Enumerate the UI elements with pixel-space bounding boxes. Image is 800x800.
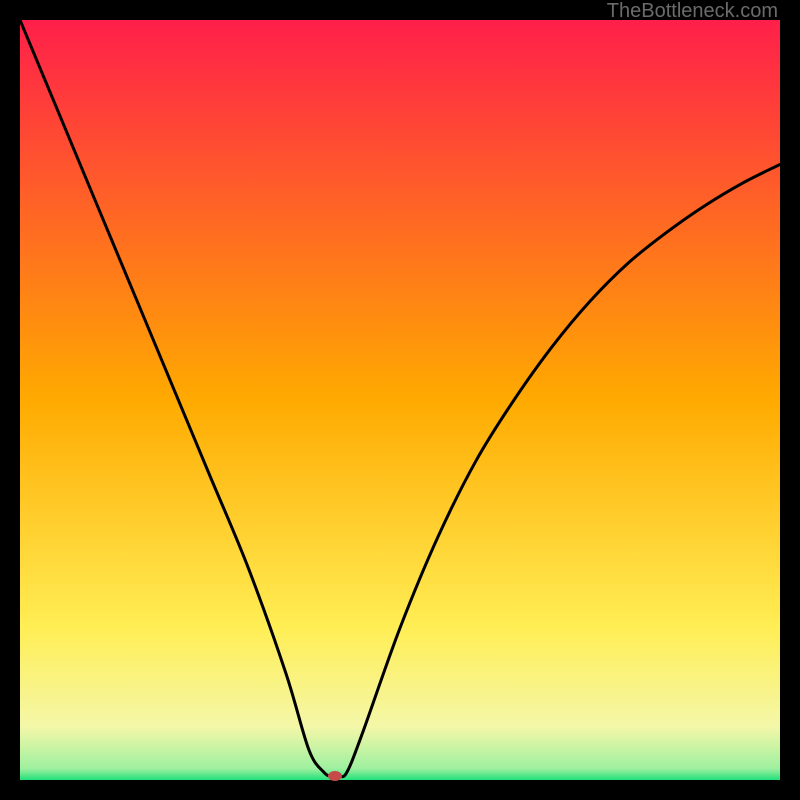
bottleneck-curve-path: [20, 20, 780, 777]
chart-frame: [20, 20, 780, 780]
optimal-point-marker: [328, 771, 342, 781]
watermark-text: TheBottleneck.com: [607, 0, 778, 23]
curve-layer: [20, 20, 780, 780]
